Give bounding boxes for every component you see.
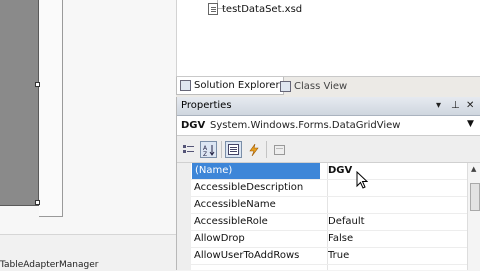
object-type: System.Windows.Forms.DataGridView (210, 120, 401, 131)
tray-item-table-adapter-manager[interactable]: TableAdapterManager (0, 260, 98, 270)
properties-toolbar: AZ (177, 136, 480, 163)
property-pages-icon[interactable] (271, 141, 288, 158)
property-row[interactable]: AccessibleDescription (191, 180, 467, 197)
property-name: AccessibleDescription (194, 182, 304, 193)
property-value[interactable]: True (328, 250, 349, 261)
solution-explorer-icon (180, 80, 191, 91)
property-value[interactable]: DGV (328, 165, 352, 176)
file-name: testDataSet.xsd (222, 3, 303, 15)
property-name: AllowUserToAddRows (194, 250, 300, 261)
property-row[interactable]: AllowDrop False (191, 231, 467, 248)
properties-icon[interactable] (225, 141, 242, 158)
property-value[interactable]: False (328, 233, 353, 244)
tab-class-view[interactable]: Class View (277, 77, 350, 95)
categorized-icon[interactable] (180, 141, 197, 158)
window-position-button[interactable]: ▾ (436, 100, 441, 111)
toolbar-separator (266, 141, 267, 158)
svg-text:Z: Z (203, 151, 207, 156)
property-row-name[interactable]: (Name) DGV (191, 163, 467, 180)
property-row[interactable]: AccessibleName (191, 197, 467, 214)
property-value[interactable]: Default (328, 216, 365, 227)
tab-solution-explorer[interactable]: Solution Explorer (176, 77, 284, 95)
alphabetical-icon[interactable]: AZ (200, 141, 217, 158)
tool-window-tabstrip: Solution Explorer Class View (176, 76, 480, 98)
property-name: AccessibleRole (194, 216, 268, 227)
chevron-down-icon[interactable]: ▼ (467, 119, 474, 129)
property-name: AccessibleName (194, 199, 276, 210)
property-grid: (Name) DGV AccessibleDescription Accessi… (177, 163, 467, 270)
property-row[interactable]: AllowUserToAddRows True (191, 248, 467, 265)
close-icon[interactable]: ✕ (466, 100, 474, 111)
properties-window: Properties ▾ ⊥ ✕ DGV System.Windows.Form… (176, 97, 480, 270)
grid-gutter (177, 163, 191, 270)
properties-title-bar: Properties ▾ ⊥ ✕ (177, 97, 480, 116)
mouse-cursor-icon (356, 170, 369, 192)
pin-icon[interactable]: ⊥ (451, 100, 460, 111)
vertical-scrollbar[interactable]: ▲ (467, 163, 480, 270)
events-icon[interactable] (245, 141, 262, 158)
form-designer-surface[interactable]: TableAdapterManager (0, 0, 177, 271)
toolbar-separator (221, 141, 222, 158)
datagridview-control[interactable] (0, 0, 39, 206)
property-name: (Name) (192, 163, 320, 179)
property-row[interactable]: AccessibleRole Default (191, 214, 467, 231)
scrollbar-thumb[interactable] (470, 183, 480, 211)
tab-label: Solution Explorer (194, 80, 280, 91)
property-name: AllowDrop (194, 233, 245, 244)
properties-title: Properties (181, 100, 232, 111)
object-selector[interactable]: DGV System.Windows.Forms.DataGridView ▼ (177, 116, 480, 136)
tab-label: Class View (294, 80, 348, 92)
scroll-up-icon[interactable]: ▲ (471, 165, 476, 173)
form-surface[interactable] (39, 0, 63, 217)
object-name: DGV (181, 120, 206, 131)
file-icon (208, 3, 218, 15)
resize-handle[interactable] (35, 200, 40, 205)
solution-file-node[interactable]: testDataSet.xsd (208, 3, 302, 15)
class-view-icon (280, 80, 291, 92)
resize-handle[interactable] (35, 82, 40, 87)
